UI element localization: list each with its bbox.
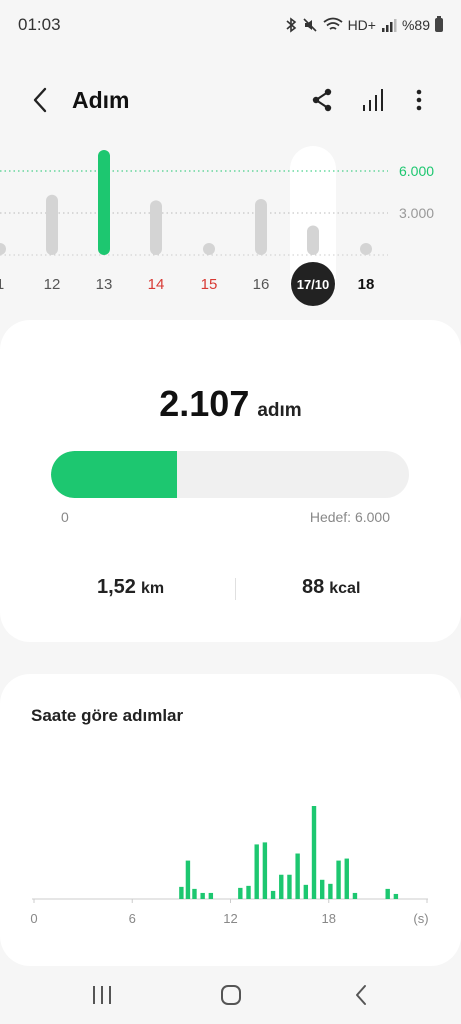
- hourly-bar: [311, 806, 317, 899]
- steps-unit: adım: [257, 400, 302, 421]
- day-bar-17/10: [307, 225, 319, 255]
- hourly-tick-label: 18: [322, 911, 336, 926]
- hourly-tick-label: 6: [129, 911, 136, 926]
- hourly-bar: [270, 890, 276, 899]
- stat-divider: [235, 578, 236, 600]
- goal-label: 6.000: [399, 163, 434, 179]
- battery-level: %89: [401, 17, 430, 33]
- recent-apps-icon: [93, 986, 111, 1004]
- network-label: HD+: [347, 17, 376, 33]
- calories-value: 88: [302, 576, 325, 598]
- distance-value: 1,52: [97, 576, 136, 598]
- day-bar-13: [98, 150, 110, 255]
- home-button[interactable]: [211, 979, 251, 1011]
- hourly-bar: [328, 883, 333, 899]
- trends-button[interactable]: [355, 82, 391, 118]
- hourly-bar: [200, 892, 205, 899]
- steps-total: 2.107 adım: [0, 383, 461, 425]
- calories-unit: kcal: [329, 580, 361, 597]
- day-label-13: 13: [96, 276, 113, 293]
- status-time: 01:03: [18, 15, 61, 34]
- day-bar-18: [360, 243, 372, 255]
- hourly-tick-label: 0: [30, 911, 37, 926]
- hourly-bar: [320, 879, 325, 899]
- battery-icon: [435, 16, 443, 32]
- steps-value: 2.107: [159, 383, 250, 424]
- nav-back-button[interactable]: [341, 979, 381, 1011]
- hourly-bar: [385, 888, 390, 899]
- mute-icon: [302, 18, 317, 32]
- share-button[interactable]: [304, 82, 340, 118]
- hourly-bar: [208, 892, 214, 899]
- hourly-bar: [287, 874, 292, 899]
- day-bar-16: [255, 199, 267, 255]
- bluetooth-icon: [286, 17, 296, 33]
- hourly-bar: [393, 893, 399, 899]
- wifi-icon: [323, 17, 343, 30]
- progress-min-label: 0: [61, 509, 69, 525]
- back-icon: [356, 985, 366, 1005]
- page-title: Adım: [72, 86, 130, 113]
- bar-chart-icon: [363, 89, 383, 111]
- hourly-bar: [336, 860, 341, 899]
- hourly-bar: [279, 874, 284, 899]
- back-button[interactable]: [24, 84, 56, 116]
- home-icon: [221, 985, 241, 1005]
- hourly-bar: [262, 842, 268, 899]
- daily-steps-chart[interactable]: 6.000 3.000 1 12 13 14 15 16 17/10 18: [0, 140, 461, 310]
- summary-card: 2.107 adım 0 Hedef: 6.000 1,52 km 88 kcal: [0, 320, 461, 642]
- more-vert-icon: [416, 89, 422, 111]
- daily-steps-chart-svg: 6.000 3.000 1 12 13 14 15 16 17/10 18: [0, 146, 434, 306]
- hourly-bar: [238, 887, 243, 899]
- hourly-tick-label: 12: [223, 911, 237, 926]
- day-bar-14: [150, 200, 162, 255]
- more-options-button[interactable]: [401, 82, 437, 118]
- hourly-unit-label: (s): [413, 911, 428, 926]
- day-label-17/10: 17/10: [297, 277, 330, 292]
- goal-progress-fill: [51, 451, 177, 498]
- day-bar-12: [46, 194, 58, 255]
- day-label-12: 12: [44, 276, 61, 293]
- signal-icon: [381, 19, 397, 32]
- distance-stat: 1,52 km: [97, 576, 164, 599]
- day-label-16: 16: [253, 276, 270, 293]
- hourly-steps-card[interactable]: Saate göre adımlar 0 6 12 18 (s): [0, 674, 461, 966]
- recent-apps-button[interactable]: [82, 979, 122, 1011]
- hourly-bar: [295, 853, 300, 899]
- day-label-18: 18: [358, 276, 375, 293]
- hourly-steps-chart: 0 6 12 18 (s): [30, 806, 429, 926]
- hourly-bar: [352, 892, 358, 899]
- hourly-bar: [185, 860, 191, 899]
- system-nav-bar: [0, 966, 461, 1024]
- back-arrow-icon: [33, 87, 47, 113]
- hourly-bar: [179, 886, 184, 899]
- status-bar: 01:03 HD+ %89: [0, 0, 461, 50]
- day-label-1: 1: [0, 276, 4, 293]
- hourly-bar: [246, 885, 251, 899]
- hourly-bar: [192, 888, 197, 899]
- hourly-bar: [303, 884, 309, 899]
- share-icon: [312, 88, 332, 112]
- progress-goal-label: Hedef: 6.000: [309, 509, 390, 525]
- mid-label: 3.000: [399, 205, 434, 221]
- calories-stat: 88 kcal: [302, 576, 360, 599]
- day-bar-1: [0, 243, 6, 255]
- status-icons: HD+ %89: [285, 16, 443, 33]
- hourly-bar: [254, 844, 259, 899]
- distance-unit: km: [140, 580, 165, 597]
- day-label-15: 15: [201, 276, 218, 293]
- hourly-bar: [344, 858, 349, 899]
- day-label-14: 14: [148, 276, 165, 293]
- goal-progress-bar: [51, 451, 409, 498]
- day-bar-15: [203, 243, 215, 255]
- app-bar: Adım: [0, 70, 461, 130]
